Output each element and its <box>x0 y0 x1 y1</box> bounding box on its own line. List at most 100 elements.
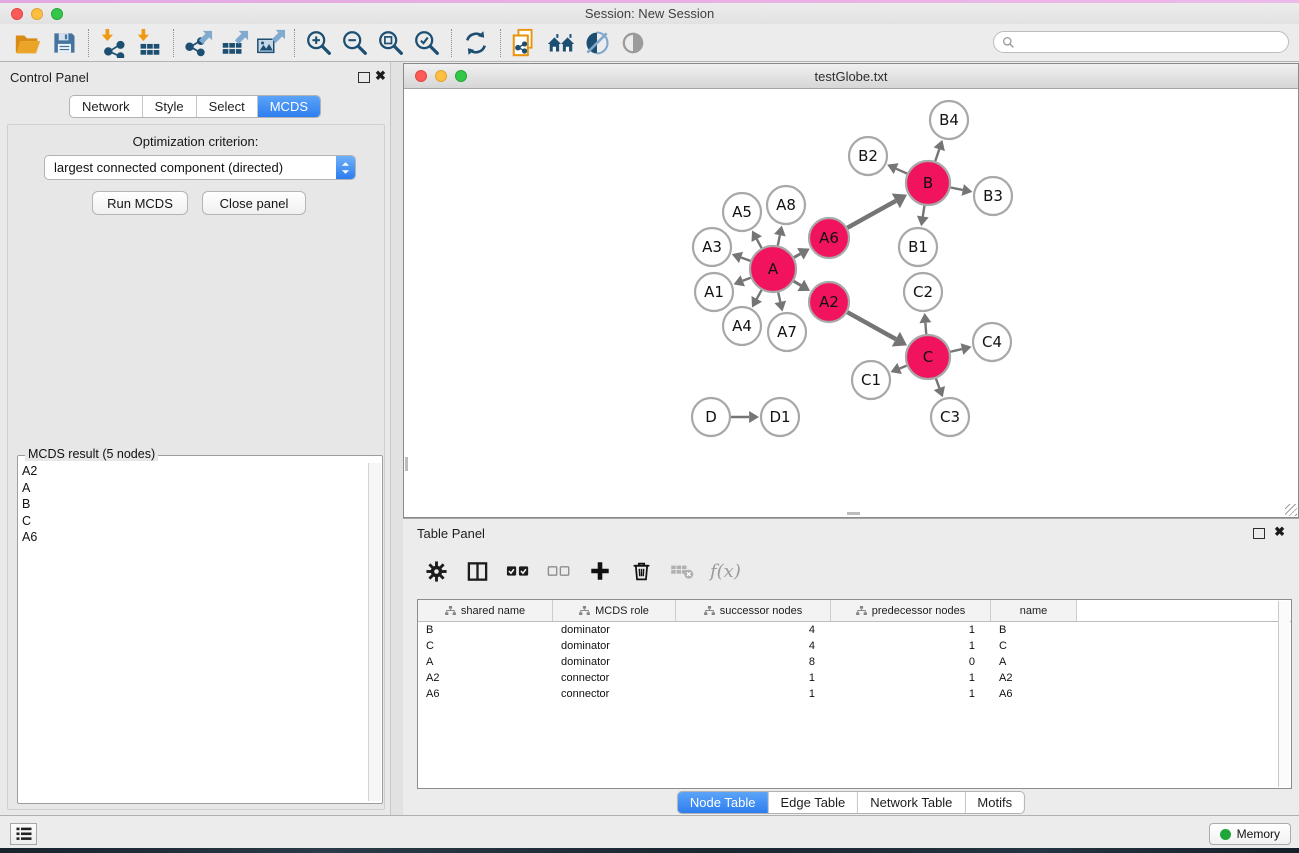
table-cell[interactable]: 1 <box>831 670 991 686</box>
import-table-icon[interactable] <box>131 26 167 60</box>
export-image-icon[interactable] <box>252 26 288 60</box>
graph-node-A7[interactable]: A7 <box>768 313 806 351</box>
graph-edge-C-C1[interactable] <box>890 363 906 374</box>
table-cell[interactable]: 0 <box>831 654 991 670</box>
table-cell[interactable]: A6 <box>991 686 1077 702</box>
table-cell[interactable]: 1 <box>676 686 831 702</box>
settings-gear-icon[interactable] <box>423 558 449 584</box>
graph-node-A5[interactable]: A5 <box>723 193 761 231</box>
list-item[interactable]: A6 <box>18 529 367 546</box>
network-hscroll-thumb[interactable] <box>847 512 860 515</box>
graph-node-A8[interactable]: A8 <box>767 186 805 224</box>
tab-edge-table[interactable]: Edge Table <box>768 792 858 813</box>
delete-column-icon[interactable] <box>628 558 654 584</box>
home-view-icon[interactable] <box>543 26 579 60</box>
task-history-button[interactable] <box>10 823 37 845</box>
table-cell[interactable]: dominator <box>553 638 676 654</box>
graph-edge-C-C2[interactable] <box>919 313 931 334</box>
zoom-fit-icon[interactable] <box>373 26 409 60</box>
tab-style[interactable]: Style <box>143 96 197 117</box>
tab-motifs[interactable]: Motifs <box>965 792 1024 813</box>
column-layout-icon[interactable] <box>464 558 490 584</box>
minimize-window-icon[interactable] <box>31 8 43 20</box>
table-cell[interactable]: A2 <box>991 670 1077 686</box>
graph-node-D[interactable]: D <box>692 398 730 436</box>
resize-handle-icon[interactable] <box>1285 504 1297 516</box>
graph-node-C[interactable]: C <box>906 335 950 379</box>
graph-edge-D-D1[interactable] <box>731 411 759 423</box>
zoom-network-icon[interactable] <box>455 70 467 82</box>
table-cell[interactable]: connector <box>553 670 676 686</box>
table-scrollbar[interactable] <box>1278 601 1290 787</box>
list-item[interactable]: B <box>18 496 367 513</box>
table-cell[interactable]: A2 <box>418 670 553 686</box>
birds-eye-icon[interactable] <box>615 26 651 60</box>
table-row[interactable]: Bdominator41B <box>418 622 1291 638</box>
graph-edge-A-A3[interactable] <box>732 252 751 263</box>
graph-node-A3[interactable]: A3 <box>693 228 731 266</box>
graph-edge-A-A1[interactable] <box>734 275 751 286</box>
table-cell[interactable]: 4 <box>676 638 831 654</box>
table-row[interactable]: Cdominator41C <box>418 638 1291 654</box>
open-session-icon[interactable] <box>10 26 46 60</box>
export-network-icon[interactable] <box>180 26 216 60</box>
graph-edge-A-A5[interactable] <box>752 230 762 247</box>
table-cell[interactable]: 8 <box>676 654 831 670</box>
delete-table-icon[interactable] <box>669 558 695 584</box>
table-cell[interactable]: A <box>991 654 1077 670</box>
table-cell[interactable]: 1 <box>831 638 991 654</box>
list-item[interactable]: A2 <box>18 463 367 480</box>
graph-node-C3[interactable]: C3 <box>931 398 969 436</box>
zoom-in-icon[interactable] <box>301 26 337 60</box>
graph-edge-B-B4[interactable] <box>934 140 945 161</box>
column-header-predecessor-nodes[interactable]: predecessor nodes <box>831 600 991 621</box>
column-header-name[interactable]: name <box>991 600 1077 621</box>
float-panel-icon[interactable] <box>358 72 370 83</box>
close-table-panel-icon[interactable]: ✖ <box>1274 527 1285 536</box>
table-cell[interactable]: C <box>418 638 553 654</box>
graph-node-A[interactable]: A <box>750 246 796 292</box>
graph-edge-A-A6[interactable] <box>794 248 810 260</box>
close-panel-button[interactable]: Close panel <box>202 191 306 215</box>
column-header-shared-name[interactable]: shared name <box>418 600 553 621</box>
save-session-icon[interactable] <box>46 26 82 60</box>
graph-edge-A-A2[interactable] <box>794 280 810 291</box>
table-cell[interactable]: 1 <box>831 622 991 638</box>
graph-edge-B-B3[interactable] <box>951 184 973 196</box>
graph-node-B2[interactable]: B2 <box>849 137 887 175</box>
criterion-dropdown[interactable]: largest connected component (directed) <box>44 155 356 180</box>
column-header-mcds-role[interactable]: MCDS role <box>553 600 676 621</box>
table-row[interactable]: A6connector11A6 <box>418 686 1291 702</box>
graph-edge-A-A4[interactable] <box>752 290 762 307</box>
float-table-panel-icon[interactable] <box>1253 528 1265 539</box>
column-header-successor-nodes[interactable]: successor nodes <box>676 600 831 621</box>
tab-node-table[interactable]: Node Table <box>678 792 769 813</box>
graph-edge-C-C3[interactable] <box>934 379 945 398</box>
graph-node-B[interactable]: B <box>906 161 950 205</box>
graph-node-C2[interactable]: C2 <box>904 273 942 311</box>
close-network-icon[interactable] <box>415 70 427 82</box>
add-column-icon[interactable] <box>587 558 613 584</box>
graph-node-C1[interactable]: C1 <box>852 361 890 399</box>
table-row[interactable]: A2connector11A2 <box>418 670 1291 686</box>
zoom-window-icon[interactable] <box>51 8 63 20</box>
list-item[interactable]: C <box>18 513 367 530</box>
search-field[interactable] <box>993 31 1289 53</box>
memory-button[interactable]: Memory <box>1209 823 1291 845</box>
graph-edge-C-C4[interactable] <box>950 343 971 355</box>
refresh-icon[interactable] <box>458 26 494 60</box>
zoom-out-icon[interactable] <box>337 26 373 60</box>
graph-node-D1[interactable]: D1 <box>761 398 799 436</box>
graph-edge-B-B2[interactable] <box>887 163 907 174</box>
close-window-icon[interactable] <box>11 8 23 20</box>
table-cell[interactable]: B <box>418 622 553 638</box>
table-cell[interactable]: B <box>991 622 1077 638</box>
graph-edge-A6-B[interactable] <box>847 194 907 228</box>
tab-select[interactable]: Select <box>197 96 258 117</box>
table-cell[interactable]: 4 <box>676 622 831 638</box>
table-cell[interactable]: A <box>418 654 553 670</box>
graph-node-C4[interactable]: C4 <box>973 323 1011 361</box>
network-vscroll-thumb[interactable] <box>405 457 408 471</box>
table-cell[interactable]: C <box>991 638 1077 654</box>
table-cell[interactable]: dominator <box>553 622 676 638</box>
